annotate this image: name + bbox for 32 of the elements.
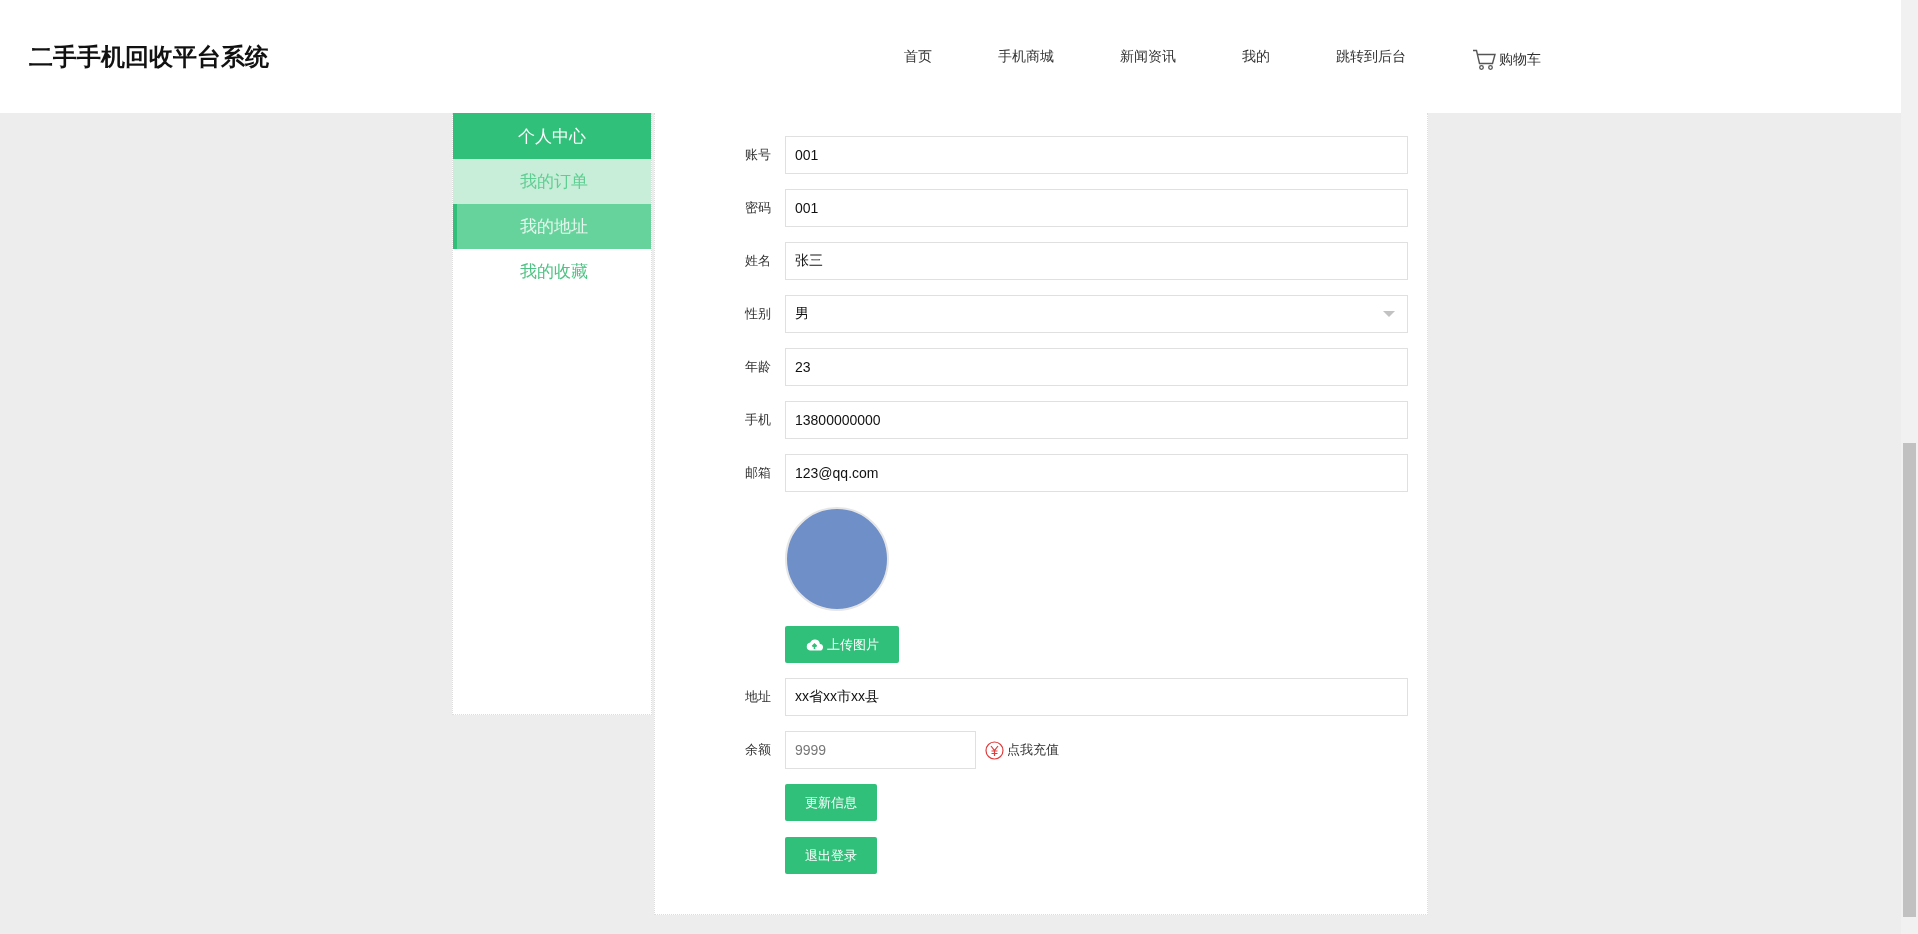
- recharge-link[interactable]: 点我充值: [985, 740, 1059, 760]
- nav-link[interactable]: 跳转到后台: [1336, 47, 1406, 66]
- text-field[interactable]: 13800000000: [785, 401, 1408, 439]
- field-label: 年龄: [744, 358, 772, 376]
- cloud-upload-icon: [805, 638, 823, 651]
- nav-link[interactable]: 首页: [904, 47, 932, 66]
- balance-field[interactable]: 9999: [785, 731, 976, 769]
- nav-link[interactable]: 新闻资讯: [1120, 47, 1176, 66]
- field-label: 邮箱: [744, 464, 772, 482]
- site-title: 二手手机回收平台系统: [29, 41, 270, 72]
- text-field[interactable]: xx省xx市xx县: [785, 678, 1408, 716]
- nav-link[interactable]: 手机商城: [998, 47, 1054, 66]
- field-label: 密码: [744, 199, 772, 217]
- field-label: 账号: [744, 146, 772, 164]
- scrollbar[interactable]: [1901, 0, 1918, 934]
- field-label: 余额: [744, 741, 772, 759]
- text-field[interactable]: 123@qq.com: [785, 454, 1408, 492]
- text-field[interactable]: 张三: [785, 242, 1408, 280]
- field-label: 手机: [744, 411, 772, 429]
- text-field[interactable]: 23: [785, 348, 1408, 386]
- gender-select[interactable]: 男: [785, 295, 1408, 333]
- yen-icon: [985, 740, 1004, 760]
- nav-link[interactable]: 我的: [1242, 47, 1270, 66]
- field-label: 姓名: [744, 252, 772, 270]
- caret-icon: [1383, 311, 1395, 317]
- field-label: 地址: [744, 688, 772, 706]
- cart-link[interactable]: 购物车: [1472, 42, 1541, 71]
- text-field[interactable]: 001: [785, 136, 1408, 174]
- text-field[interactable]: 001: [785, 189, 1408, 227]
- cart-icon: [1472, 48, 1497, 71]
- field-label: 性别: [744, 305, 772, 323]
- sidebar-title: 个人中心: [453, 113, 651, 159]
